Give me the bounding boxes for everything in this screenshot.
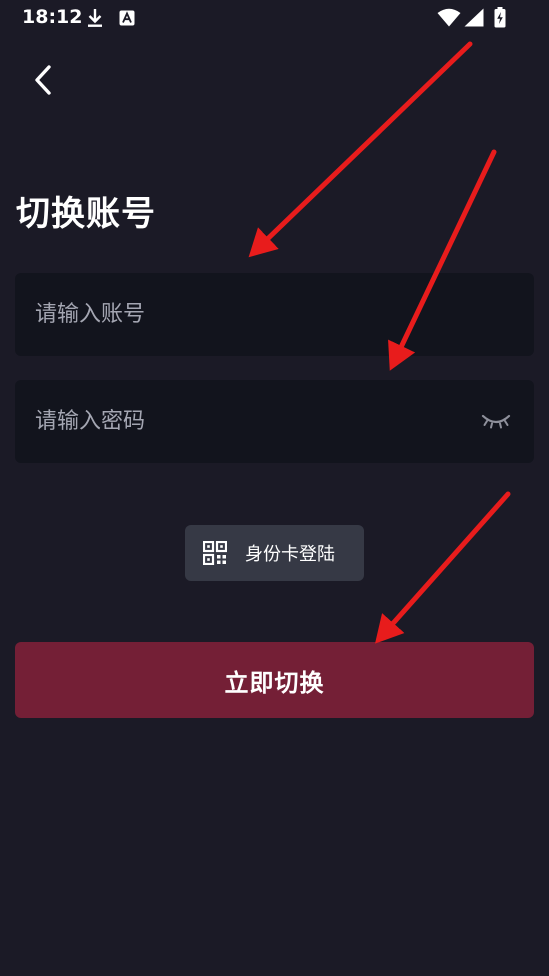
- annotation-arrows: [248, 41, 511, 644]
- id-card-login-button[interactable]: 身份卡登陆: [185, 525, 364, 581]
- qr-code-icon: [203, 541, 227, 565]
- a11y-a-icon: [119, 10, 135, 26]
- account-field[interactable]: [15, 273, 534, 356]
- status-bar: 18:12: [0, 0, 549, 36]
- back-button[interactable]: [24, 58, 64, 102]
- switch-now-button[interactable]: 立即切换: [15, 642, 534, 718]
- account-input[interactable]: [35, 273, 465, 356]
- status-time: 18:12: [22, 6, 83, 28]
- annotation-arrow-account: [248, 41, 473, 258]
- eye-closed-icon[interactable]: [480, 410, 512, 432]
- chevron-left-icon: [35, 65, 51, 95]
- wifi-icon: [437, 8, 461, 27]
- download-icon: [88, 9, 102, 27]
- page-title: 切换账号: [16, 194, 156, 234]
- battery-charging-icon: [494, 7, 506, 28]
- password-field[interactable]: [15, 380, 534, 463]
- password-input[interactable]: [35, 380, 465, 463]
- id-card-login-label: 身份卡登陆: [245, 544, 335, 565]
- cellular-signal-icon: [464, 8, 484, 27]
- annotation-arrow-submit: [375, 491, 511, 644]
